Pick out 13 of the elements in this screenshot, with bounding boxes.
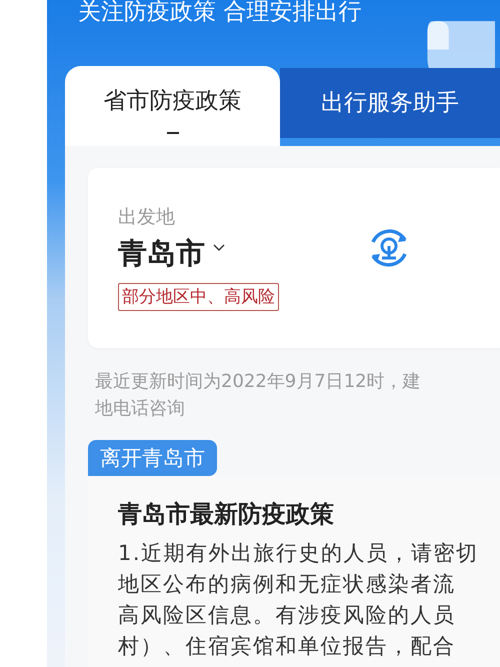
update-note: 地电话咨询: [95, 397, 185, 421]
policy-text: 地区公布的病例和无症状感染者流: [118, 571, 456, 598]
departure-label: 出发地: [118, 205, 175, 229]
tab[interactable]: 省市防疫政策: [65, 66, 280, 146]
risk-tag: 部分地区中、高风险: [118, 283, 279, 311]
policy-text: 1.近期有外出旅行史的人员，请密切: [118, 540, 479, 567]
chevron-icon: [213, 244, 225, 252]
policy-text: 村）、住宿宾馆和单位报告，配合: [118, 633, 456, 660]
tab[interactable]: 出行服务助手: [280, 68, 500, 138]
policy-title: 青岛市最新防疫政策: [118, 499, 334, 530]
city-selector[interactable]: 青岛市: [118, 235, 225, 271]
policy-text: 高风险区信息。有涉疫风险的人员: [118, 602, 456, 629]
update-note: 最近更新时间为2022年9月7日12时，建: [95, 370, 421, 394]
